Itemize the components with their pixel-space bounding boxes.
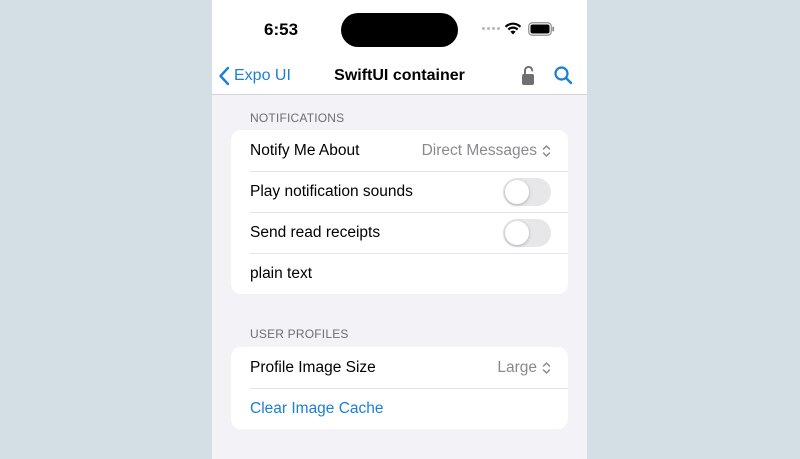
cellular-signal-icon xyxy=(482,27,500,30)
plain-text-label: plain text xyxy=(250,264,313,282)
clear-image-cache-row: Clear Image Cache xyxy=(231,388,568,429)
dynamic-island xyxy=(341,13,458,47)
chevron-up-down-icon xyxy=(542,361,551,374)
play-sounds-toggle[interactable] xyxy=(503,177,551,206)
profile-image-size-row: Profile Image Size Large xyxy=(231,347,568,388)
read-receipts-toggle[interactable] xyxy=(503,218,551,247)
wifi-icon xyxy=(504,22,522,35)
toggle-knob xyxy=(505,179,529,204)
notify-me-about-value: Direct Messages xyxy=(421,141,537,159)
notifications-group: Notify Me About Direct Messages Play not… xyxy=(231,130,568,294)
profile-image-size-label: Profile Image Size xyxy=(250,358,376,376)
toggle-knob xyxy=(505,220,529,245)
profile-image-size-value: Large xyxy=(497,358,537,376)
clear-image-cache-button[interactable]: Clear Image Cache xyxy=(250,400,551,418)
chevron-up-down-icon xyxy=(542,144,551,157)
play-sounds-row: Play notification sounds xyxy=(231,171,568,212)
user-profiles-group: Profile Image Size Large Clear Image Cac… xyxy=(231,347,568,429)
notify-me-about-picker[interactable]: Direct Messages xyxy=(422,142,551,160)
section-header-user-profiles: USER PROFILES xyxy=(250,327,349,341)
phone-screen: 6:53 Expo UI SwiftUI container NOTIFICAT… xyxy=(212,0,587,459)
section-header-notifications: NOTIFICATIONS xyxy=(250,111,345,125)
play-sounds-label: Play notification sounds xyxy=(250,182,413,200)
navigation-bar: Expo UI SwiftUI container xyxy=(212,58,587,95)
notify-me-about-row: Notify Me About Direct Messages xyxy=(231,130,568,171)
profile-image-size-picker[interactable]: Large xyxy=(497,359,551,377)
status-time: 6:53 xyxy=(264,20,299,39)
read-receipts-label: Send read receipts xyxy=(250,223,381,241)
notify-me-about-label: Notify Me About xyxy=(250,141,360,159)
status-bar: 6:53 xyxy=(212,0,587,58)
read-receipts-row: Send read receipts xyxy=(231,212,568,253)
plain-text-row: plain text xyxy=(231,253,568,294)
search-icon[interactable] xyxy=(553,65,573,85)
lock-open-icon[interactable] xyxy=(520,65,538,87)
battery-icon xyxy=(528,22,555,36)
